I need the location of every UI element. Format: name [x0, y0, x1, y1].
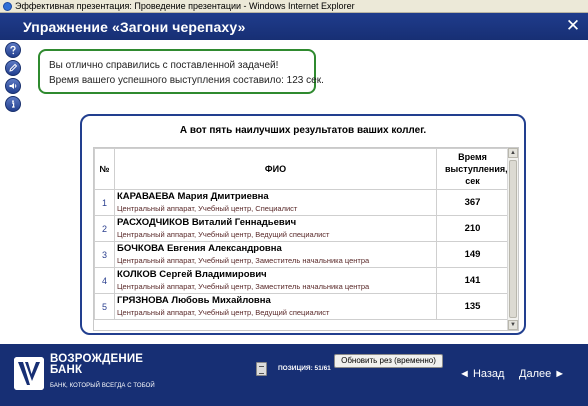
- bank-name-line-2: БАНК: [50, 364, 83, 376]
- side-toolbar: [5, 42, 22, 114]
- results-scrollbar[interactable]: ▲ ▼: [507, 148, 518, 330]
- person-name: БОЧКОВА Евгения Александровна: [117, 243, 282, 254]
- row-person: КАРАВАЕВА Мария Дмитриевна Центральный а…: [114, 189, 437, 216]
- message-line-1: Вы отлично справились с поставленной зад…: [49, 60, 279, 71]
- footer-bar: ВОЗРОЖДЕНИЕ БАНК БАНК, КОТОРЫЙ ВСЕГДА С …: [0, 344, 588, 406]
- window-title: Эффективная презентация: Проведение през…: [15, 1, 355, 11]
- results-table-container: № ФИО Время выступления, сек 1 КАРАВАЕВА…: [93, 147, 519, 331]
- row-number: 1: [94, 189, 115, 216]
- row-person: БОЧКОВА Евгения Александровна Центральны…: [114, 241, 437, 268]
- results-title: А вот пять наилучших результатов ваших к…: [179, 125, 427, 136]
- next-button[interactable]: Далее ►: [519, 368, 565, 380]
- results-panel: А вот пять наилучших результатов ваших к…: [80, 114, 526, 335]
- success-message: Вы отлично справились с поставленной зад…: [38, 49, 324, 94]
- column-header-time: Время выступления, сек: [436, 148, 509, 190]
- person-name: КАРАВАЕВА Мария Дмитриевна: [117, 191, 269, 202]
- bank-slogan: БАНК, КОТОРЫЙ ВСЕГДА С ТОБОЙ: [50, 383, 155, 389]
- row-time: 210: [436, 215, 509, 242]
- row-time: 367: [436, 189, 509, 216]
- row-time: 141: [436, 267, 509, 294]
- row-number: 2: [94, 215, 115, 242]
- audio-icon[interactable]: [5, 78, 21, 94]
- edit-icon[interactable]: [5, 60, 21, 76]
- table-row: 3 БОЧКОВА Евгения Александровна Централь…: [94, 241, 509, 268]
- row-time: 135: [436, 293, 509, 320]
- book-icon[interactable]: [256, 362, 267, 376]
- person-name: КОЛКОВ Сергей Владимирович: [117, 269, 267, 280]
- page-title: Упражнение «Загони черепаху»: [23, 18, 246, 35]
- bank-logo-icon: [14, 357, 44, 390]
- info-icon[interactable]: [5, 96, 21, 112]
- back-button[interactable]: ◄ Назад: [459, 368, 504, 380]
- row-person: РАСХОДЧИКОВ Виталий Геннадьевич Централь…: [114, 215, 437, 242]
- internet-explorer-icon: [3, 1, 12, 11]
- scroll-down-icon[interactable]: ▼: [508, 320, 518, 330]
- bank-name: ВОЗРОЖДЕНИЕ БАНК: [50, 353, 143, 376]
- app-header: Упражнение «Загони черепаху» ✕: [0, 13, 588, 40]
- person-name: РАСХОДЧИКОВ Виталий Геннадьевич: [117, 217, 297, 228]
- person-name: ГРЯЗНОВА Любовь Михайловна: [117, 295, 271, 306]
- table-row: 5 ГРЯЗНОВА Любовь Михайловна Центральный…: [94, 293, 509, 320]
- close-button[interactable]: ✕: [564, 17, 582, 35]
- row-number: 3: [94, 241, 115, 268]
- person-department: Центральный аппарат, Учебный центр, Веду…: [117, 230, 330, 239]
- column-header-name: ФИО: [114, 148, 437, 190]
- row-person: КОЛКОВ Сергей Владимирович Центральный а…: [114, 267, 437, 294]
- person-department: Центральный аппарат, Учебный центр, Заме…: [117, 256, 370, 265]
- scroll-up-icon[interactable]: ▲: [508, 148, 518, 158]
- person-department: Центральный аппарат, Учебный центр, Спец…: [117, 204, 298, 213]
- scroll-thumb[interactable]: [509, 160, 517, 318]
- table-row: 1 КАРАВАЕВА Мария Дмитриевна Центральный…: [94, 189, 509, 216]
- results-table: № ФИО Время выступления, сек 1 КАРАВАЕВА…: [94, 148, 509, 320]
- refresh-results-button[interactable]: Обновить рез (временно): [334, 354, 443, 368]
- help-icon[interactable]: [5, 42, 21, 58]
- window-titlebar: Эффективная презентация: Проведение през…: [0, 0, 588, 13]
- position-indicator: ПОЗИЦИЯ: 51/61: [278, 365, 331, 372]
- table-row: 2 РАСХОДЧИКОВ Виталий Геннадьевич Центра…: [94, 215, 509, 242]
- message-line-2: Время вашего успешного выступления соста…: [49, 75, 324, 86]
- table-header-row: № ФИО Время выступления, сек: [94, 148, 509, 190]
- person-department: Центральный аппарат, Учебный центр, Заме…: [117, 282, 370, 291]
- table-row: 4 КОЛКОВ Сергей Владимирович Центральный…: [94, 267, 509, 294]
- row-person: ГРЯЗНОВА Любовь Михайловна Центральный а…: [114, 293, 437, 320]
- row-number: 4: [94, 267, 115, 294]
- row-time: 149: [436, 241, 509, 268]
- person-department: Центральный аппарат, Учебный центр, Веду…: [117, 308, 330, 317]
- main-content: Вы отлично справились с поставленной зад…: [0, 40, 588, 344]
- column-header-num: №: [94, 148, 115, 190]
- row-number: 5: [94, 293, 115, 320]
